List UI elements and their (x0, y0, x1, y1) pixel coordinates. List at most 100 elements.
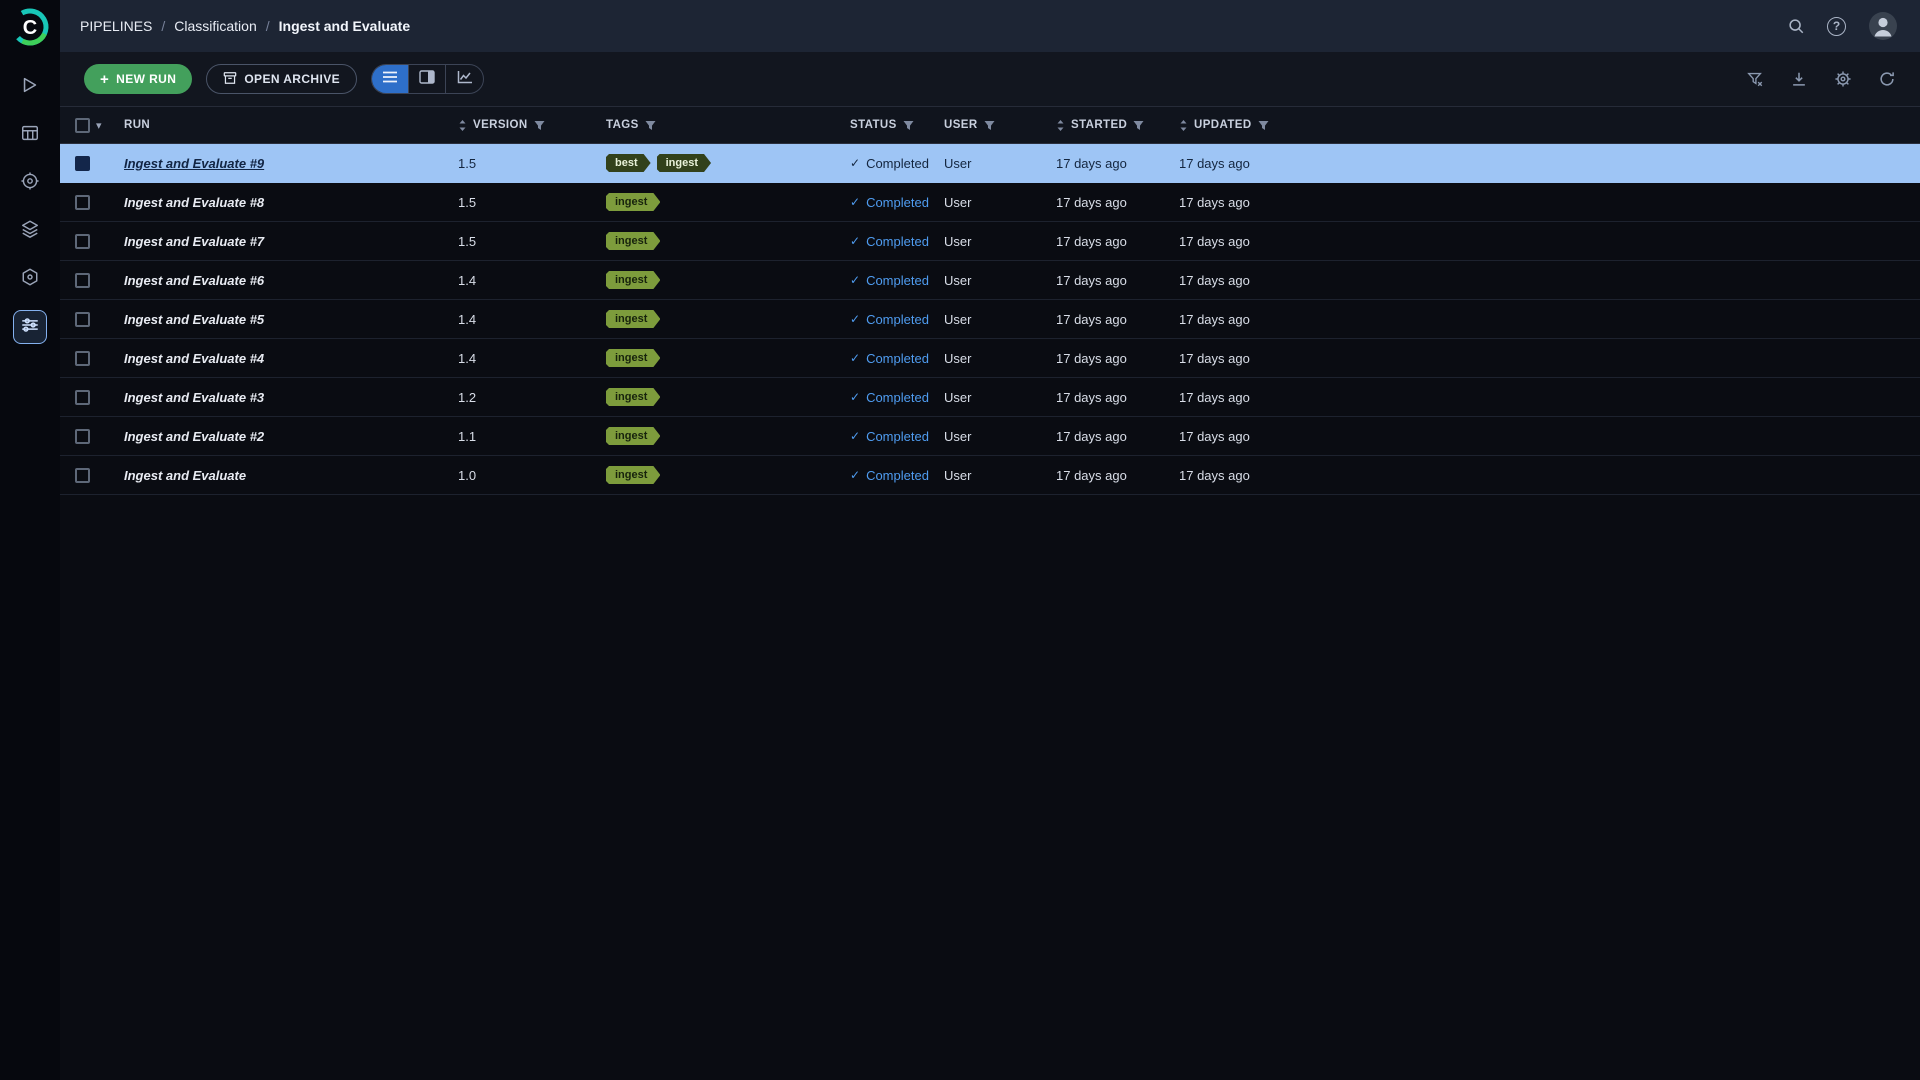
table-row[interactable]: Ingest and Evaluate #8 1.5 ingest ✓Complete… (60, 183, 1920, 222)
table-row[interactable]: Ingest and Evaluate #51.4ingest✓Complete… (60, 300, 1920, 339)
version-cell: 1.5 (450, 195, 598, 210)
tag-ingest[interactable]: ingest (606, 232, 660, 250)
chart-view-toggle[interactable] (446, 65, 483, 93)
row-checkbox-cell (60, 468, 116, 483)
filter-icon[interactable] (984, 120, 995, 131)
row-checkbox[interactable] (75, 156, 90, 171)
search-icon[interactable] (1787, 17, 1805, 35)
run-name-cell: Ingest and Evaluate #8 (116, 195, 450, 210)
run-name-cell: Ingest and Evaluate (116, 468, 450, 483)
column-header-started[interactable]: STARTED (1048, 119, 1171, 132)
column-header-user[interactable]: USER (936, 119, 1048, 131)
table-row[interactable]: Ingest and Evaluate #31.2ingest✓Complete… (60, 378, 1920, 417)
breadcrumb-project[interactable]: Classification (174, 18, 256, 34)
row-checkbox[interactable] (75, 390, 90, 405)
run-name-link[interactable]: Ingest and Evaluate #6 (124, 273, 264, 288)
column-header-updated[interactable]: UPDATED (1171, 119, 1301, 132)
table-row[interactable]: Ingest and Evaluate1.0ingest✓CompletedUs… (60, 456, 1920, 495)
run-name-link[interactable]: Ingest and Evaluate #7 (124, 234, 264, 249)
user-cell: User (936, 312, 1048, 327)
status-cell: ✓Completed (842, 156, 936, 171)
row-checkbox-cell (60, 195, 116, 210)
avatar[interactable] (1868, 11, 1898, 41)
status-cell: ✓Completed (842, 195, 936, 210)
runs-table: ▾ RUNVERSION TAGS STATUS USER STARTEDUPDATED… (60, 106, 1920, 1080)
tag-ingest[interactable]: ingest (606, 349, 660, 367)
run-name-link[interactable]: Ingest and Evaluate #2 (124, 429, 264, 444)
row-checkbox-cell (60, 429, 116, 444)
settings-icon[interactable] (1834, 70, 1852, 88)
sidebar-item-models[interactable] (13, 262, 47, 296)
column-label-tags: TAGS (606, 119, 639, 131)
sort-icon[interactable] (1056, 119, 1065, 132)
hyper-datasets-icon (20, 219, 40, 244)
filter-icon[interactable] (1258, 120, 1269, 131)
tag-ingest[interactable]: ingest (657, 154, 711, 172)
split-view-toggle[interactable] (409, 65, 446, 93)
table-body: Ingest and Evaluate #91.5bestingest✓Comp… (60, 144, 1920, 495)
table-row[interactable]: Ingest and Evaluate #41.4ingest✓Complete… (60, 339, 1920, 378)
status-text: Completed (866, 156, 929, 171)
run-name-link[interactable]: Ingest and Evaluate #9 (124, 156, 264, 171)
filter-icon[interactable] (903, 120, 914, 131)
tag-best[interactable]: best (606, 154, 651, 172)
filter-icon[interactable] (645, 120, 656, 131)
tag-ingest[interactable]: ingest (606, 427, 660, 445)
select-dropdown-caret-icon[interactable]: ▾ (96, 119, 102, 132)
row-checkbox[interactable] (75, 429, 90, 444)
help-icon[interactable]: ? (1827, 17, 1846, 36)
tags-cell: ingest (598, 466, 842, 484)
run-name-link[interactable]: Ingest and Evaluate #8 (124, 195, 264, 210)
table-row[interactable]: Ingest and Evaluate #91.5bestingest✓Comp… (60, 144, 1920, 183)
sidebar-item-datasets[interactable] (13, 118, 47, 152)
tag-ingest[interactable]: ingest (606, 388, 660, 406)
sort-icon[interactable] (458, 119, 467, 132)
row-checkbox-cell (60, 390, 116, 405)
updated-cell: 17 days ago (1171, 390, 1301, 405)
clearml-logo[interactable]: C (9, 6, 51, 48)
new-run-button[interactable]: + NEW RUN (84, 64, 192, 94)
row-checkbox[interactable] (75, 195, 90, 210)
status-text: Completed (866, 312, 929, 327)
run-name-link[interactable]: Ingest and Evaluate #3 (124, 390, 264, 405)
sidebar-item-automation[interactable] (13, 166, 47, 200)
download-icon[interactable] (1790, 70, 1808, 88)
column-header-run[interactable]: RUN (116, 119, 450, 131)
open-archive-label: OPEN ARCHIVE (244, 72, 340, 86)
filter-icon[interactable] (534, 120, 545, 131)
open-archive-button[interactable]: OPEN ARCHIVE (206, 64, 357, 94)
table-row[interactable]: Ingest and Evaluate #71.5ingest✓Complete… (60, 222, 1920, 261)
tag-ingest[interactable]: ingest (606, 271, 660, 289)
table-row[interactable]: Ingest and Evaluate #61.4ingest✓Complete… (60, 261, 1920, 300)
run-name-link[interactable]: Ingest and Evaluate #4 (124, 351, 264, 366)
status-text: Completed (866, 390, 929, 405)
column-header-status[interactable]: STATUS (842, 119, 936, 131)
sidebar-item-projects[interactable] (13, 70, 47, 104)
run-name-link[interactable]: Ingest and Evaluate #5 (124, 312, 264, 327)
table-view-icon (382, 70, 398, 89)
row-checkbox[interactable] (75, 351, 90, 366)
sidebar-item-pipelines[interactable] (13, 310, 47, 344)
row-checkbox[interactable] (75, 468, 90, 483)
row-checkbox[interactable] (75, 273, 90, 288)
auto-refresh-icon[interactable] (1878, 70, 1896, 88)
filter-icon[interactable] (1133, 120, 1144, 131)
column-header-version[interactable]: VERSION (450, 119, 598, 132)
row-checkbox[interactable] (75, 312, 90, 327)
tag-ingest[interactable]: ingest (606, 193, 660, 211)
column-label-user: USER (944, 119, 978, 131)
check-icon: ✓ (850, 273, 860, 287)
breadcrumb-pipelines[interactable]: PIPELINES (80, 18, 152, 34)
filter-reset-icon[interactable] (1746, 70, 1764, 88)
tag-ingest[interactable]: ingest (606, 466, 660, 484)
select-all-checkbox[interactable] (75, 118, 90, 133)
run-name-link[interactable]: Ingest and Evaluate (124, 468, 246, 483)
row-checkbox-cell (60, 273, 116, 288)
column-header-tags[interactable]: TAGS (598, 119, 842, 131)
table-view-toggle[interactable] (372, 65, 409, 93)
sort-icon[interactable] (1179, 119, 1188, 132)
sidebar-item-hyper-datasets[interactable] (13, 214, 47, 248)
tag-ingest[interactable]: ingest (606, 310, 660, 328)
row-checkbox[interactable] (75, 234, 90, 249)
table-row[interactable]: Ingest and Evaluate #21.1ingest✓Complete… (60, 417, 1920, 456)
